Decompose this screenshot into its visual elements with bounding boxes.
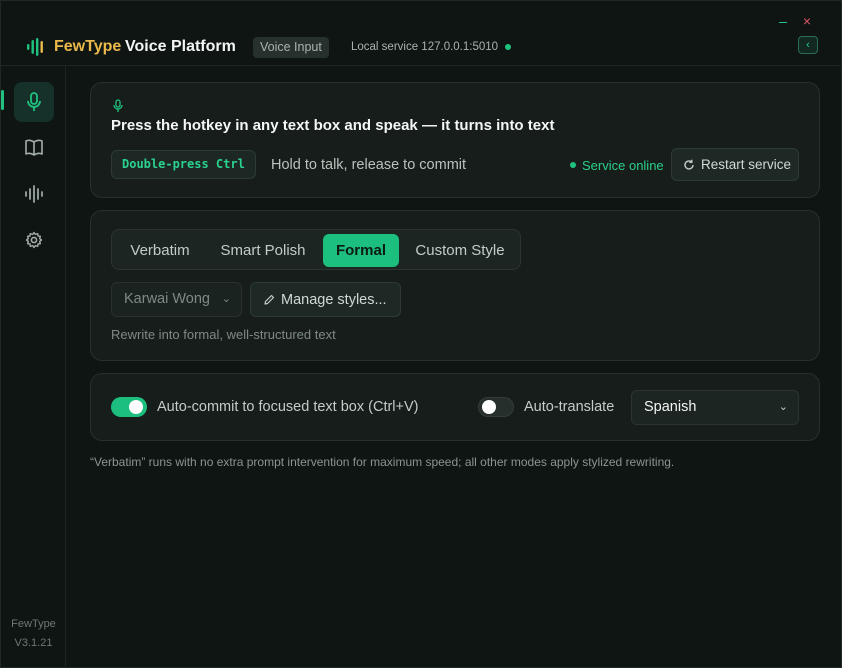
language-select[interactable]: Spanish ⌄ (631, 390, 799, 425)
chevron-down-icon: ⌄ (221, 293, 231, 305)
mic-icon (27, 92, 41, 111)
service-status: Service online (582, 158, 664, 173)
book-icon (25, 139, 43, 156)
style-description: Rewrite into formal, well-structured tex… (111, 327, 336, 342)
auto-commit-label: Auto-commit to focused text box (Ctrl+V) (157, 399, 419, 415)
restart-service-label: Restart service (701, 157, 792, 172)
style-card: Verbatim Smart Polish Formal Custom Styl… (90, 210, 820, 361)
version-number: V3.1.21 (14, 637, 53, 649)
close-button[interactable]: × (801, 13, 813, 29)
minimize-button[interactable]: – (777, 13, 789, 29)
tab-formal[interactable]: Formal (323, 234, 399, 267)
sidebar-item-voice[interactable] (14, 82, 54, 122)
style-tabs: Verbatim Smart Polish Formal Custom Styl… (111, 229, 521, 270)
footnote: “Verbatim” runs with no extra prompt int… (90, 455, 675, 469)
toggle-knob (129, 400, 143, 414)
tab-smart-polish[interactable]: Smart Polish (208, 234, 318, 267)
hotkey-headline: Press the hotkey in any text box and spe… (111, 117, 555, 134)
profile-select-value: Karwai Wong (124, 291, 210, 307)
options-card: Auto-commit to focused text box (Ctrl+V)… (90, 373, 820, 441)
sidebar-item-settings[interactable] (14, 220, 54, 260)
auto-translate-label: Auto-translate (524, 399, 615, 415)
brand-name: FewType (54, 38, 122, 55)
hotkey-chip[interactable]: Double-press Ctrl (111, 150, 256, 179)
service-address: Local service 127.0.0.1:5010 (351, 41, 499, 53)
language-select-value: Spanish (644, 399, 697, 415)
manage-styles-label: Manage styles... (281, 291, 387, 308)
profile-select[interactable]: Karwai Wong ⌄ (111, 282, 242, 317)
collapse-button[interactable]: ‹ (798, 36, 818, 54)
sidebar-item-audio[interactable] (14, 174, 54, 214)
waveform-icon (25, 185, 43, 203)
restart-service-button[interactable]: Restart service (671, 148, 799, 181)
app-window: FewType Voice Platform Voice Input Local… (0, 0, 842, 668)
hotkey-card: Press the hotkey in any text box and spe… (90, 82, 820, 198)
title-bar: FewType Voice Platform Voice Input Local… (1, 1, 842, 66)
app-title: Voice Platform (125, 38, 236, 55)
mic-icon (113, 99, 123, 112)
tab-verbatim[interactable]: Verbatim (116, 234, 204, 267)
active-indicator (1, 90, 4, 110)
version-name: FewType (11, 618, 56, 630)
auto-translate-toggle[interactable] (478, 397, 514, 417)
hotkey-hint: Hold to talk, release to commit (271, 157, 467, 173)
chevron-down-icon: ⌄ (778, 401, 788, 413)
manage-styles-button[interactable]: Manage styles... (250, 282, 401, 317)
waveform-logo-icon (27, 38, 43, 56)
online-status-dot (570, 162, 576, 168)
mode-badge: Voice Input (253, 37, 329, 58)
sidebar: FewType V3.1.21 (1, 66, 66, 668)
sidebar-item-dictionary[interactable] (14, 128, 54, 168)
pencil-icon (264, 294, 275, 305)
refresh-icon (684, 159, 694, 170)
gear-icon (25, 231, 43, 249)
service-status-dot (505, 44, 511, 50)
tab-custom-style[interactable]: Custom Style (404, 234, 516, 267)
auto-commit-toggle[interactable] (111, 397, 147, 417)
toggle-knob (482, 400, 496, 414)
